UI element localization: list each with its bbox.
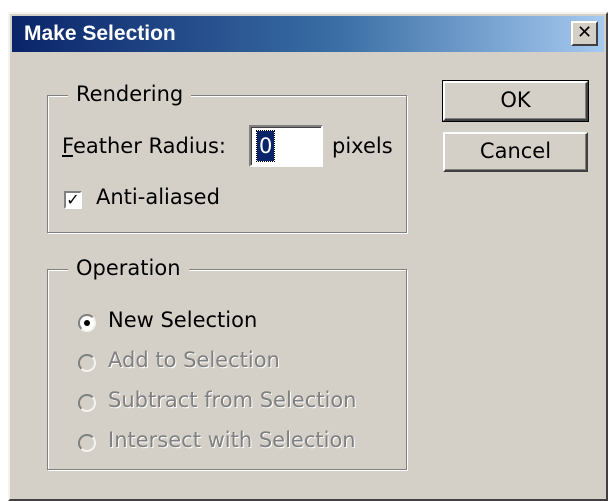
radio-subtract-from-selection[interactable]: [78, 394, 96, 412]
anti-aliased-checkbox[interactable]: ✓: [64, 191, 82, 209]
cancel-button[interactable]: Cancel: [443, 132, 588, 172]
make-selection-dialog: Make Selection ✕ Rendering Feather Radiu…: [8, 12, 608, 501]
radio-add-to-selection[interactable]: [78, 354, 96, 372]
intersect-with-selection-label[interactable]: Intersect with Selection: [108, 428, 356, 452]
close-button[interactable]: ✕: [571, 21, 598, 46]
radio-selected-dot: [84, 320, 90, 326]
pixels-unit-label: pixels: [332, 134, 393, 158]
title-bar[interactable]: Make Selection ✕: [12, 16, 604, 52]
operation-group: Operation New Selection Add to Selection…: [47, 255, 407, 470]
cancel-button-label: Cancel: [479, 139, 552, 163]
rendering-legend: Rendering: [68, 81, 192, 107]
operation-legend: Operation: [68, 255, 189, 281]
anti-aliased-text: Anti-aliased: [96, 185, 220, 209]
feather-radius-value: 0: [255, 130, 276, 162]
radio-intersect-with-selection[interactable]: [78, 434, 96, 452]
subtract-from-selection-label[interactable]: Subtract from Selection: [108, 388, 356, 412]
anti-aliased-label[interactable]: Anti-aliased: [96, 185, 220, 209]
ok-button[interactable]: OK: [442, 80, 589, 122]
ok-button-label: OK: [500, 88, 531, 112]
dialog-title: Make Selection: [24, 22, 176, 45]
add-to-selection-label[interactable]: Add to Selection: [108, 348, 280, 372]
feather-label-rest: eather Radius:: [72, 134, 226, 158]
new-selection-label[interactable]: New Selection: [108, 308, 257, 332]
close-icon: ✕: [576, 22, 593, 43]
feather-radius-input[interactable]: 0: [249, 125, 323, 167]
rendering-group: Rendering Feather Radius: 0 pixels ✓ Ant…: [47, 81, 407, 233]
radio-new-selection[interactable]: [78, 314, 96, 332]
feather-radius-label: Feather Radius:: [62, 134, 226, 158]
feather-mnemonic: F: [62, 134, 73, 158]
checkmark-icon: ✓: [66, 190, 80, 209]
